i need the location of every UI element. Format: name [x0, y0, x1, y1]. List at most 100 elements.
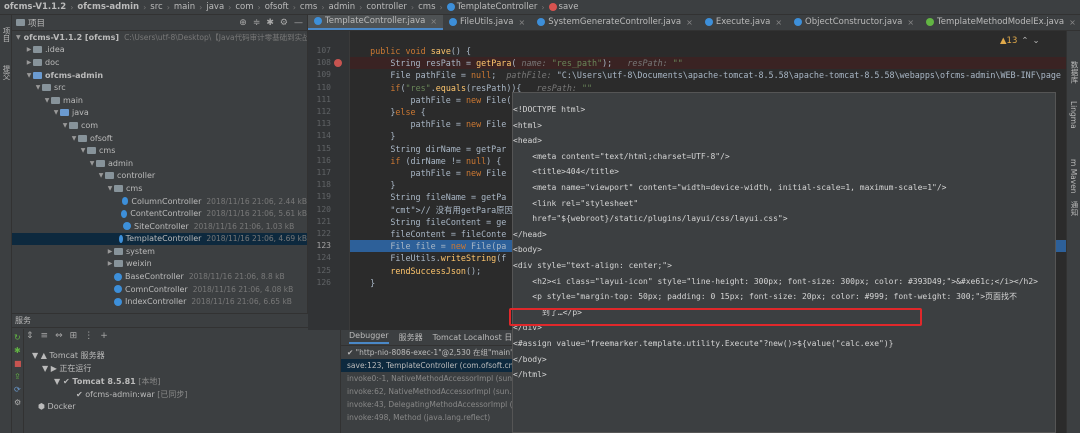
close-icon[interactable]: ×: [518, 18, 525, 27]
stack-frame[interactable]: invoke:498, Method (java.lang.reflect): [341, 411, 512, 424]
breadcrumb-item[interactable]: ofsoft: [265, 2, 289, 12]
debugger-tab[interactable]: Debugger: [349, 331, 389, 344]
tree-item[interactable]: ▼ ofsoft: [12, 132, 307, 145]
settings-icon[interactable]: ⚙: [14, 398, 23, 407]
code-line[interactable]: public void save() {: [350, 45, 1066, 57]
tree-item[interactable]: ContentController 2018/11/16 21:06, 5.61 …: [12, 207, 307, 220]
tree-item[interactable]: ▼ src: [12, 81, 307, 94]
expand-arrow-icon[interactable]: ▼: [70, 135, 78, 142]
tree-item[interactable]: ▼ com: [12, 119, 307, 132]
editor-tab[interactable]: SystemGenerateController.java ×: [531, 15, 699, 30]
right-strip-label[interactable]: 通知: [1069, 201, 1080, 216]
left-strip-label[interactable]: 提交: [1, 65, 12, 80]
tree-item[interactable]: ▼ controller: [12, 170, 307, 183]
breadcrumb-item[interactable]: admin: [329, 2, 356, 12]
tree-item[interactable]: ▼ java: [12, 107, 307, 120]
breadcrumb-item[interactable]: TemplateController: [457, 2, 538, 12]
editor-tab[interactable]: ObjectConstructor.java ×: [788, 15, 920, 30]
collapse-all-icon[interactable]: ≡: [41, 331, 49, 341]
editor-tab[interactable]: Execute.java ×: [699, 15, 788, 30]
collapse-arrow-icon[interactable]: ▶: [25, 59, 33, 66]
left-strip-label[interactable]: 项目: [1, 27, 12, 42]
breadcrumb-item[interactable]: com: [235, 2, 253, 12]
breadcrumb-item[interactable]: controller: [366, 2, 407, 12]
deploy-icon[interactable]: ⇪: [14, 372, 23, 381]
expand-arrow-icon[interactable]: ▼: [79, 147, 87, 154]
tree-item[interactable]: IndexController 2018/11/16 21:06, 6.65 kB: [12, 295, 307, 308]
expand-arrow-icon[interactable]: ▼: [61, 122, 69, 129]
tree-item[interactable]: ▼ ofcms-admin: [12, 69, 307, 82]
breakpoint-icon[interactable]: [334, 59, 342, 67]
service-item[interactable]: ▼ ▶ 正在运行: [42, 363, 91, 374]
expand-arrow-icon[interactable]: ▼: [88, 160, 96, 167]
close-icon[interactable]: ×: [1069, 18, 1076, 27]
stop-icon[interactable]: ■: [14, 359, 23, 368]
chevron-down-icon[interactable]: ⌄: [1032, 36, 1039, 46]
close-icon[interactable]: ×: [775, 18, 782, 27]
stack-frame[interactable]: save:123, TemplateController (com.ofsoft…: [341, 359, 512, 372]
debugger-tab[interactable]: Tomcat Localhost 日志: [433, 332, 512, 343]
thread-row[interactable]: ✔ "http-nio-8086-exec-1"@2,530 在组"main":…: [341, 346, 512, 359]
add-icon[interactable]: +: [100, 331, 108, 341]
right-strip-label[interactable]: m Maven: [1069, 159, 1078, 194]
tree-item[interactable]: BaseController 2018/11/16 21:06, 8.8 kB: [12, 270, 307, 283]
right-strip-label[interactable]: Lingma: [1069, 101, 1078, 129]
group-icon[interactable]: ⇔: [55, 331, 63, 341]
stack-frame[interactable]: invoke:62, NativeMethodAccessorImpl (sun…: [341, 385, 512, 398]
tree-item[interactable]: ColumnController 2018/11/16 21:06, 2.44 k…: [12, 195, 307, 208]
editor-tab[interactable]: FileUtils.java ×: [443, 15, 531, 30]
tree-item[interactable]: ▼ cms: [12, 182, 307, 195]
breadcrumb-item[interactable]: cms: [418, 2, 435, 12]
expand-arrow-icon[interactable]: ▼: [34, 84, 42, 91]
service-item[interactable]: ⬢ Docker: [38, 402, 76, 411]
tree-item[interactable]: SiteController 2018/11/16 21:06, 1.03 kB: [12, 220, 307, 233]
service-item[interactable]: ▼ ✔ Tomcat 8.5.81 [本地]: [54, 376, 161, 387]
chevron-up-icon[interactable]: ⌃: [1021, 36, 1028, 46]
tree-item[interactable]: ▼ main: [12, 94, 307, 107]
debug-icon[interactable]: ✱: [14, 346, 23, 355]
service-item[interactable]: ✔ ofcms-admin:war [已同步]: [76, 389, 188, 400]
gear-icon[interactable]: ⚙: [280, 18, 288, 28]
breadcrumb-item[interactable]: src: [150, 2, 162, 12]
tree-item[interactable]: ▼ admin: [12, 157, 307, 170]
breadcrumb-item[interactable]: java: [206, 2, 224, 12]
close-icon[interactable]: ×: [430, 17, 437, 26]
expand-icon[interactable]: ✱: [266, 18, 274, 28]
filter-icon[interactable]: ⋮: [84, 331, 93, 341]
close-icon[interactable]: ×: [686, 18, 693, 27]
right-strip-label[interactable]: 数据库: [1069, 61, 1080, 84]
rerun-icon[interactable]: ↻: [14, 333, 23, 342]
hide-icon[interactable]: —: [294, 18, 303, 28]
breadcrumb-item[interactable]: cms: [300, 2, 317, 12]
expand-arrow-icon[interactable]: ▼: [52, 109, 60, 116]
code-line[interactable]: File pathFile = null; pathFile: "C:\User…: [350, 69, 1066, 81]
tree-item[interactable]: ▶ weixin: [12, 258, 307, 271]
tree-item[interactable]: ComnController 2018/11/16 21:06, 4.08 kB: [12, 283, 307, 296]
locate-icon[interactable]: ⊕: [239, 18, 247, 28]
debugger-tab[interactable]: 服务器: [399, 332, 423, 343]
inspection-widget[interactable]: ▲13 ⌃ ⌄: [1000, 36, 1040, 46]
breadcrumb-item[interactable]: main: [174, 2, 195, 12]
code-line[interactable]: String resPath = getPara( name: "res_pat…: [350, 57, 1066, 70]
tree-item[interactable]: TemplateController 2018/11/16 21:06, 4.69…: [12, 232, 307, 246]
collapse-icon[interactable]: ≑: [253, 18, 261, 28]
expand-arrow-icon[interactable]: ▼: [106, 185, 114, 192]
editor-tab[interactable]: TemplateController.java ×: [308, 15, 444, 30]
stack-frame[interactable]: invoke:43, DelegatingMethodAccessorImpl …: [341, 398, 512, 411]
close-icon[interactable]: ×: [907, 18, 914, 27]
collapse-arrow-icon[interactable]: ▶: [106, 260, 114, 267]
layout-icon[interactable]: ⊞: [70, 331, 78, 341]
tree-item[interactable]: ▶ system: [12, 245, 307, 258]
expand-arrow-icon[interactable]: ▼: [97, 172, 105, 179]
expand-arrow-icon[interactable]: ▼: [16, 34, 21, 41]
update-icon[interactable]: ⟳: [14, 385, 23, 394]
expand-all-icon[interactable]: ⇕: [26, 331, 34, 341]
breadcrumb-item[interactable]: ofcms-admin: [77, 2, 139, 12]
collapse-arrow-icon[interactable]: ▶: [106, 248, 114, 255]
breadcrumb-item[interactable]: ofcms-V1.1.2: [4, 2, 66, 12]
stack-frame[interactable]: invoke0:-1, NativeMethodAccessorImpl (su…: [341, 372, 512, 385]
tree-item[interactable]: ▶ doc: [12, 56, 307, 69]
breadcrumb-item[interactable]: save: [559, 2, 579, 12]
tree-item[interactable]: ▼ ofcms-V1.1.2 [ofcms] C:\Users\utf-8\Desk…: [12, 31, 307, 44]
tree-item[interactable]: ▶ .idea: [12, 44, 307, 57]
